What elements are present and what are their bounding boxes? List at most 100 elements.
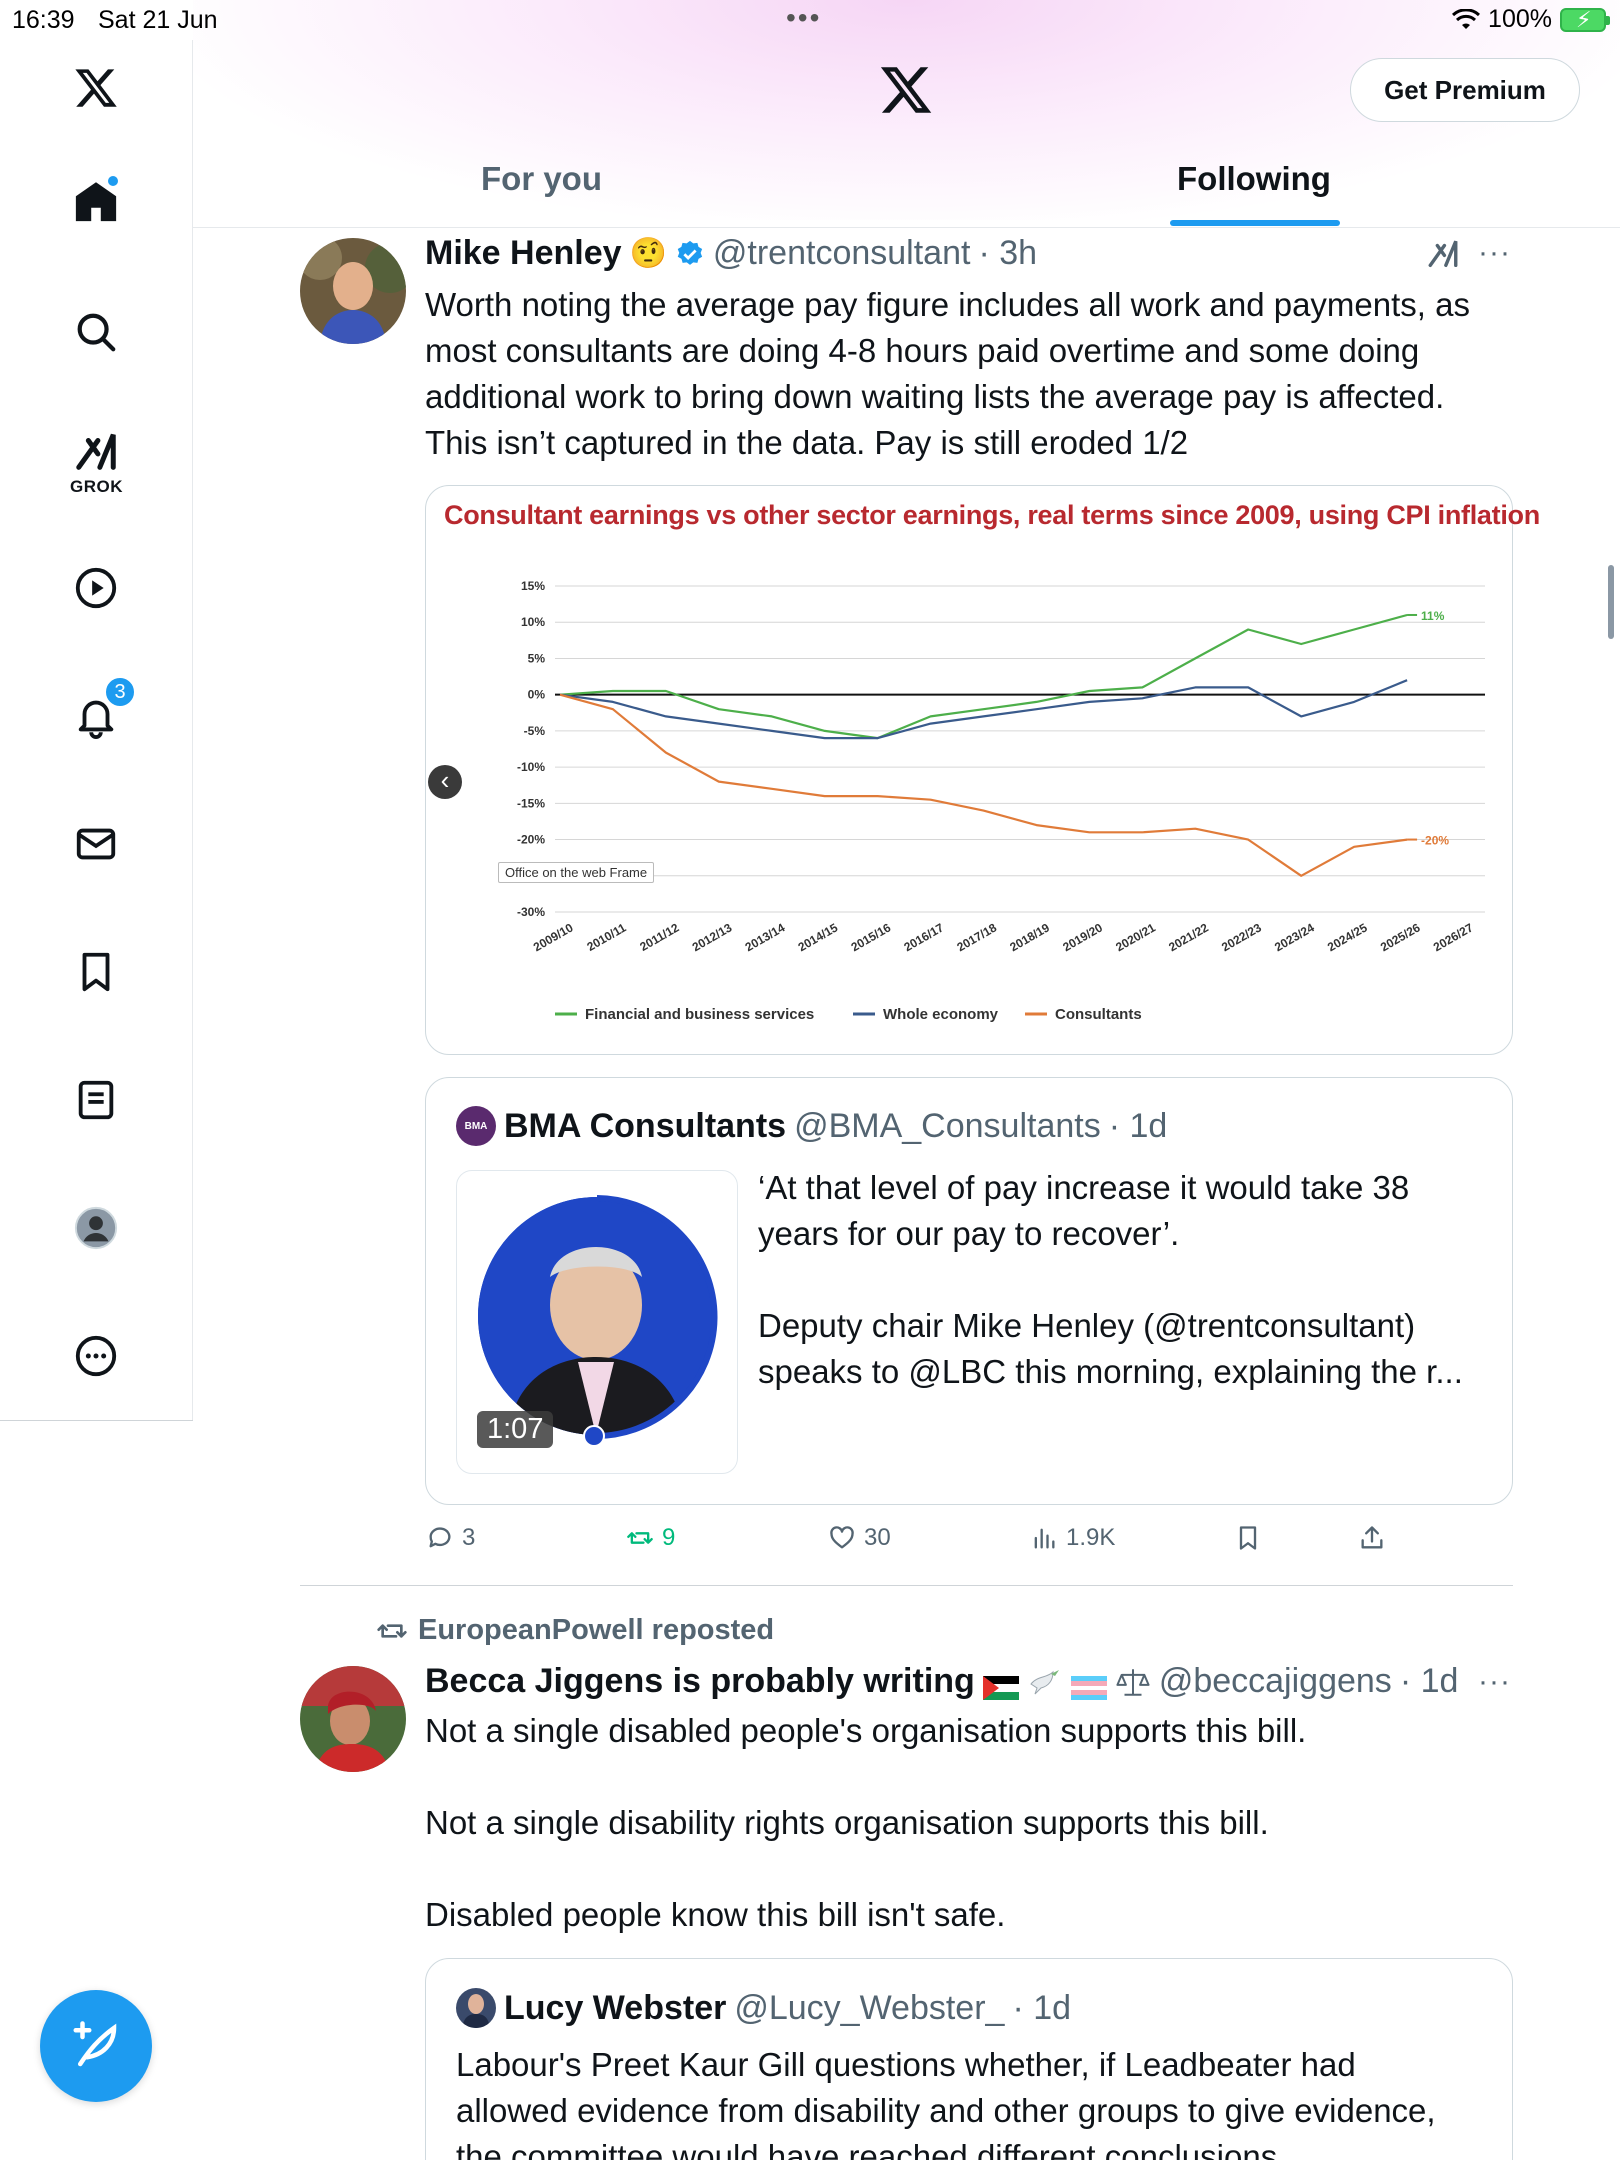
bookmark-button[interactable] (1234, 1524, 1262, 1552)
chart-title: Consultant earnings vs other sector earn… (444, 500, 1540, 530)
quoted-tweet-text: ‘At that level of pay increase it would … (758, 1169, 1463, 1390)
end-label: 11% (1421, 609, 1445, 623)
more-options-icon[interactable]: ··· (1478, 236, 1511, 270)
quoted-tweet-time: · 1d (1012, 1988, 1072, 2027)
chevron-left-icon[interactable]: ‹ (428, 765, 462, 799)
video-play-icon[interactable] (70, 562, 122, 614)
repost-icon (627, 1532, 653, 1544)
bell-icon[interactable]: 3 (70, 676, 136, 742)
x-tick-label: 2025/26 (1378, 920, 1423, 954)
repost-icon (377, 1623, 407, 1638)
grok-icon[interactable] (1426, 237, 1460, 271)
get-premium-button[interactable]: Get Premium (1350, 58, 1580, 122)
quoted-author-name[interactable]: Lucy Webster (504, 1989, 726, 2028)
active-tab-indicator (1170, 220, 1340, 226)
profile-icon[interactable] (70, 1202, 122, 1254)
status-bar: 16:39 Sat 21 Jun ••• 100% ⚡ (0, 0, 1620, 40)
x-tick-label: 2009/10 (531, 920, 576, 954)
sidebar-separator (0, 1420, 193, 1421)
video-thumbnail[interactable]: 1:07 (456, 1170, 738, 1474)
header-divider (193, 227, 1620, 228)
verified-badge-icon (677, 240, 703, 265)
reposted-by[interactable]: EuropeanPowell reposted (418, 1614, 774, 1647)
legend-label: Consultants (1055, 1006, 1142, 1023)
tab-following[interactable]: Following (1177, 160, 1331, 198)
x-tick-label: 2026/27 (1431, 920, 1476, 954)
more-circle-icon[interactable] (70, 1330, 122, 1382)
more-options-icon[interactable]: ··· (1478, 1665, 1511, 1699)
author-name[interactable]: Becca Jiggens is probably writing (425, 1662, 975, 1701)
palestine-flag-icon (982, 1670, 1019, 1700)
series-line (559, 693, 1408, 877)
home-icon[interactable] (70, 174, 122, 228)
avatar[interactable] (300, 238, 406, 344)
analytics-icon (1034, 1528, 1055, 1549)
battery-percent: 100% (1488, 5, 1552, 33)
x-logo-icon[interactable] (878, 62, 934, 118)
tab-for-you[interactable]: For you (481, 160, 602, 198)
wifi-icon (1452, 8, 1481, 29)
author-handle[interactable]: @trentconsultant (713, 234, 971, 273)
like-button[interactable]: 30 (828, 1524, 891, 1552)
x-tick-label: 2017/18 (954, 920, 999, 954)
x-tick-label: 2013/14 (743, 920, 788, 954)
views-button[interactable]: 1.9K (1030, 1524, 1115, 1552)
quoted-author-name[interactable]: BMA Consultants (504, 1107, 786, 1146)
reply-count: 3 (462, 1524, 476, 1551)
quoted-author-handle[interactable]: @Lucy_Webster_ (734, 1989, 1004, 2028)
x-tick-label: 2024/25 (1325, 920, 1370, 954)
repost-button[interactable]: 9 (626, 1524, 675, 1552)
avatar[interactable] (300, 1666, 406, 1772)
author-name[interactable]: Mike Henley (425, 234, 622, 273)
tweet-divider (300, 1585, 1513, 1586)
end-label: -20% (1421, 834, 1449, 848)
dove-icon (1030, 1669, 1059, 1694)
x-tick-label: 2019/20 (1060, 920, 1105, 954)
author-emoji: 🤨 (629, 237, 667, 270)
compose-feather-icon (73, 2021, 117, 2067)
y-tick-label: -30% (517, 905, 545, 919)
y-tick-label: 0% (528, 688, 546, 702)
scrollbar-thumb[interactable] (1608, 565, 1614, 639)
compose-button[interactable] (40, 1990, 152, 2102)
reply-button[interactable]: 3 (426, 1524, 475, 1552)
grok-icon[interactable] (70, 426, 122, 478)
y-tick-label: -5% (524, 724, 546, 738)
bookmark-icon[interactable] (70, 946, 122, 998)
x-tick-label: 2023/24 (1272, 920, 1317, 954)
quoted-tweet-time: · 1d (1108, 1106, 1168, 1145)
share-button[interactable] (1358, 1524, 1386, 1552)
tweet-time[interactable]: · 3h (978, 234, 1037, 273)
tweet-time[interactable]: · 1d (1400, 1662, 1459, 1701)
tweet-author-line: Mike Henley 🤨 @trentconsultant · 3h (425, 234, 1037, 273)
tweet-author-line: Becca Jiggens is probably writing @becca… (425, 1662, 1458, 1701)
x-tick-label: 2018/19 (1007, 920, 1052, 954)
office-frame-tooltip: Office on the web Frame (498, 862, 655, 883)
quoted-tweet-text: Labour's Preet Kaur Gill questions wheth… (456, 2046, 1436, 2160)
status-date: Sat 21 Jun (98, 6, 218, 34)
author-handle[interactable]: @beccajiggens (1159, 1662, 1392, 1701)
tweet-text: Worth noting the average pay figure incl… (425, 286, 1470, 461)
x-tick-label: 2015/16 (849, 920, 894, 954)
mail-icon[interactable] (70, 818, 122, 870)
y-tick-label: 5% (528, 651, 546, 665)
like-count: 30 (864, 1524, 891, 1551)
share-icon (1361, 1526, 1383, 1549)
x-tick-label: 2020/21 (1113, 920, 1158, 954)
avatar: BMA (456, 1106, 496, 1146)
y-tick-label: -20% (517, 833, 545, 847)
multitasking-dots[interactable]: ••• (786, 2, 821, 34)
quoted-author-handle[interactable]: @BMA_Consultants (794, 1107, 1101, 1146)
quoted-author-line: Lucy Webster @Lucy_Webster_ · 1d (456, 1988, 1071, 2028)
x-tick-label: 2014/15 (796, 920, 841, 954)
status-time: 16:39 (12, 6, 75, 34)
x-logo-icon[interactable] (70, 62, 122, 114)
y-tick-label: 15% (521, 579, 545, 593)
bookmark-icon (1239, 1526, 1257, 1550)
legend-label: Whole economy (883, 1006, 999, 1023)
list-icon[interactable] (70, 1074, 122, 1126)
battery-icon: ⚡ (1560, 7, 1610, 32)
quoted-author-line: BMA BMA Consultants @BMA_Consultants · 1… (456, 1106, 1167, 1146)
scales-icon (1116, 1668, 1150, 1696)
search-icon[interactable] (70, 306, 122, 358)
